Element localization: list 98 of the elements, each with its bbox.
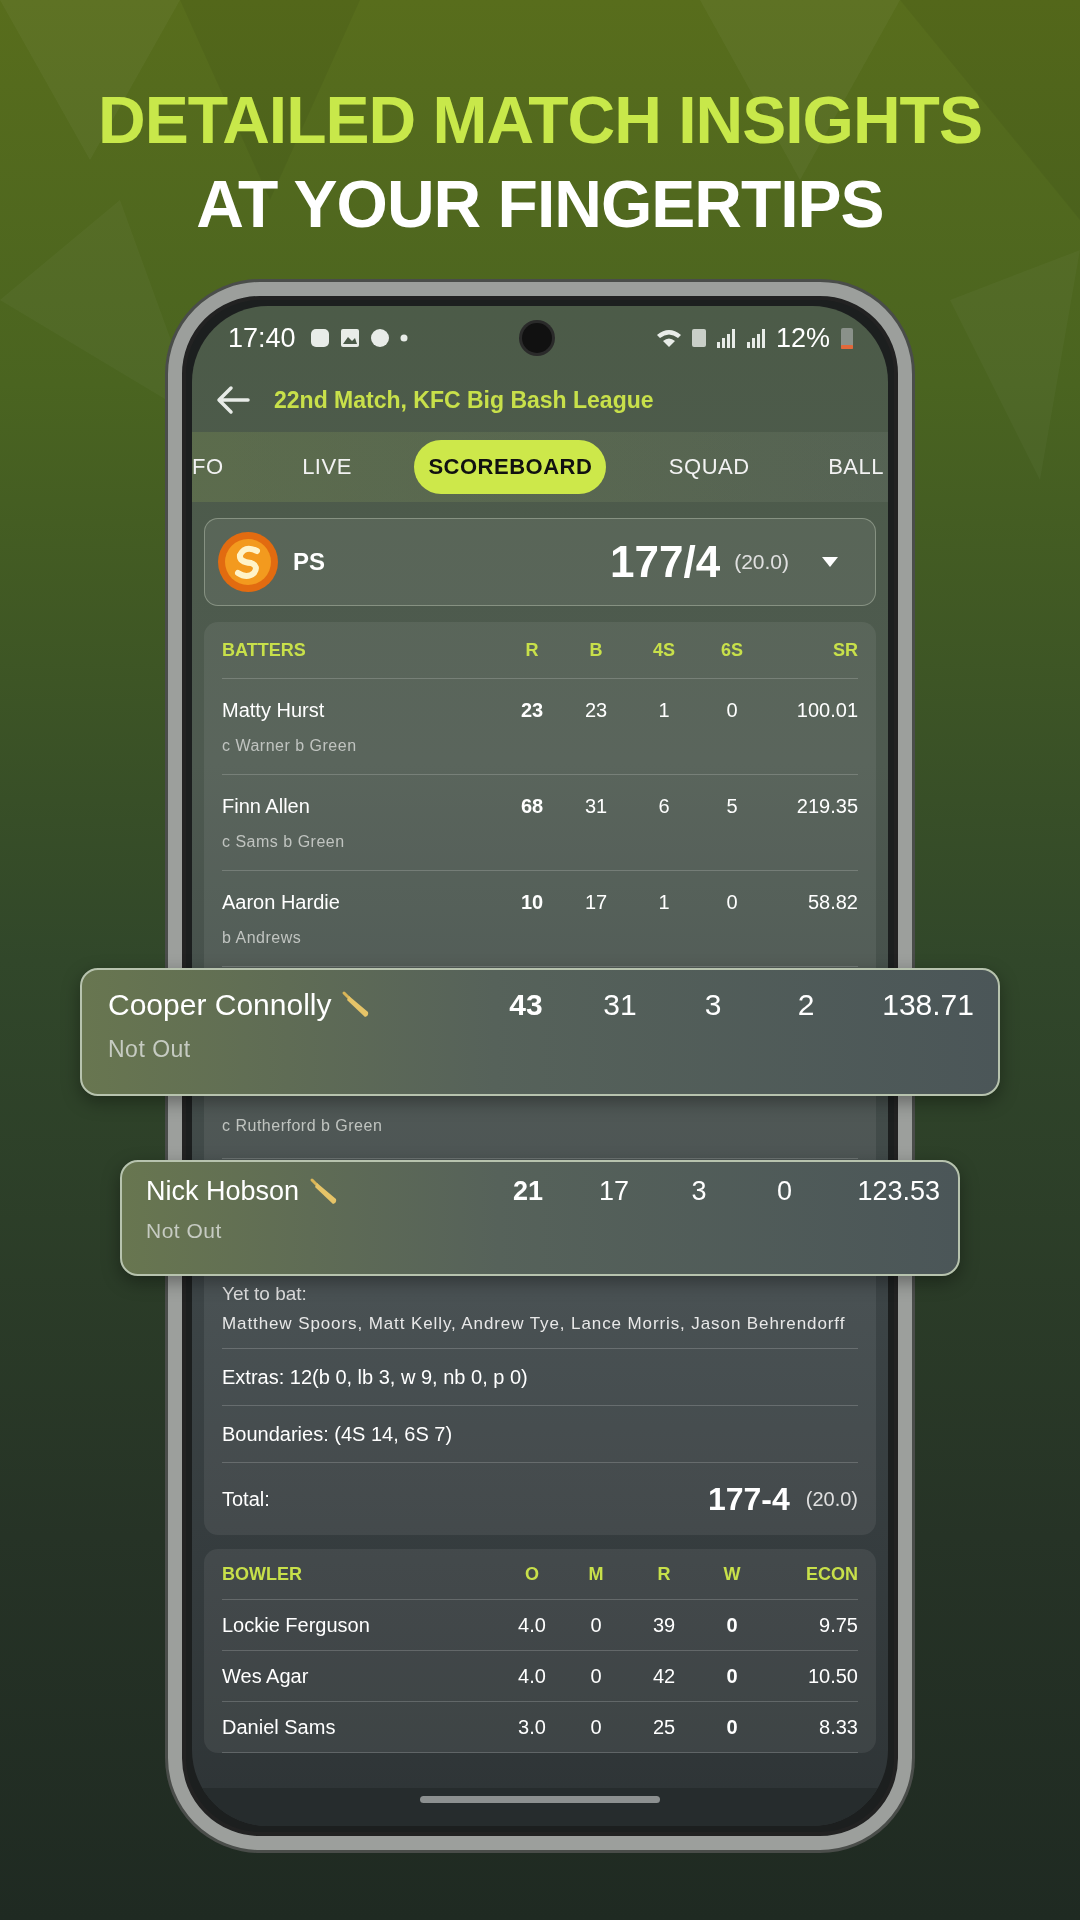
headline: DETAILED MATCH INSIGHTS [97, 82, 983, 159]
table-cell-text: 2 [796, 988, 816, 1022]
ball-icon [369, 328, 390, 348]
batter-name: Cooper Connolly [108, 988, 332, 1022]
table-cell-text: 0 [725, 1613, 739, 1637]
table-cell-text: 8.33 [818, 1715, 858, 1739]
column-header: W [722, 1563, 742, 1585]
total-overs: (20.0) [805, 1487, 858, 1511]
status-time: 17:40 [228, 322, 296, 354]
column-header: ECON [805, 1563, 858, 1585]
dot-icon [399, 334, 408, 342]
batter-name: Finn Allen [222, 794, 311, 818]
table-cell-text: 31 [583, 794, 609, 818]
dismissal-text: c Warner b Green [222, 737, 358, 755]
table-cell-text: 138.71 [881, 988, 974, 1022]
table-cell-text: 31 [602, 988, 638, 1022]
signal-icon [745, 328, 766, 348]
table-cell-text: 3 [690, 1176, 708, 1207]
team-score-card[interactable]: PS 177/4 (20.0) [204, 518, 876, 606]
column-header: R [656, 1563, 672, 1585]
tab[interactable]: SQUAD [652, 440, 766, 494]
table-cell-text: 39 [651, 1613, 677, 1637]
table-cell-text: 219.35 [795, 794, 858, 818]
table-cell-text: 0 [725, 1664, 739, 1688]
table-cell-text: 0 [725, 1715, 739, 1739]
table-cell-text: 123.53 [856, 1176, 940, 1207]
team-overs: (20.0) [734, 550, 789, 574]
batter-name: Aaron Hardie [222, 890, 341, 914]
extras-text: Extras: 12(b 0, lb 3, w 9, nb 0, p 0) [222, 1365, 528, 1389]
tab[interactable]: FO [192, 440, 240, 494]
table-cell-text: 23 [583, 698, 609, 722]
team-name: PS [293, 548, 325, 576]
table-cell-text: 23 [519, 698, 545, 722]
table-cell-text: 0 [589, 1613, 603, 1637]
batter-name: Nick Hobson [146, 1176, 300, 1207]
table-cell-text: 0 [776, 1176, 793, 1207]
battery-level: 12% [775, 322, 830, 354]
table-cell-text: 100.01 [795, 698, 858, 722]
yet-to-bat-label: Yet to bat: [222, 1283, 308, 1305]
column-header: 4S [652, 639, 676, 661]
table-cell-text: 0 [725, 698, 739, 722]
table-cell-text: 10 [519, 890, 545, 914]
batter-status: Not Out [108, 1036, 192, 1063]
total-score: 177-4 [707, 1480, 790, 1518]
column-header: M [587, 1563, 605, 1585]
tab[interactable]: BALL [812, 440, 888, 494]
column-header: SR [832, 639, 858, 661]
batter-name: Matty Hurst [222, 698, 326, 722]
table-cell-text: 4.0 [517, 1664, 547, 1688]
column-header: R [524, 639, 540, 661]
table-cell-text: 1 [657, 698, 671, 722]
bowler-name: Daniel Sams [222, 1715, 337, 1739]
dismissal-text: b Andrews [222, 929, 303, 947]
table-cell-text: 6 [657, 794, 671, 818]
dismissal-text: c Rutherford b Green [222, 1117, 384, 1135]
batter-status: Not Out [146, 1219, 223, 1243]
dismissal-text: c Sams b Green [222, 833, 346, 851]
team-logo-icon [217, 531, 279, 593]
table-cell-text: 42 [651, 1664, 677, 1688]
table-cell-text: 0 [589, 1664, 603, 1688]
table-cell-text: 25 [651, 1715, 677, 1739]
back-icon[interactable] [216, 385, 250, 415]
table-cell-text: 0 [589, 1715, 603, 1739]
column-header: B [588, 639, 604, 661]
table-cell-text: 4.0 [517, 1613, 547, 1637]
bowler-name: Wes Agar [222, 1664, 310, 1688]
table-cell-text: 21 [511, 1176, 544, 1207]
table-cell-text: 68 [519, 794, 545, 818]
signal-icon [715, 328, 736, 348]
camera-hole [522, 323, 552, 353]
subheadline: AT YOUR FINGERTIPS [195, 166, 885, 243]
tab[interactable]: LIVE [286, 440, 368, 494]
table-cell-text: 17 [583, 890, 609, 914]
column-header: O [524, 1563, 540, 1585]
boundaries-text: Boundaries: (4S 14, 6S 7) [222, 1422, 453, 1446]
column-header: BOWLER [222, 1563, 303, 1585]
table-cell-text: 10.50 [806, 1664, 858, 1688]
table-cell-text: 1 [657, 890, 671, 914]
total-label: Total: [222, 1487, 270, 1511]
column-header: 6S [720, 639, 744, 661]
team-score: 177/4 [610, 537, 721, 587]
dropdown-icon[interactable] [821, 556, 839, 568]
yet-to-bat-names: Matthew Spoors, Matt Kelly, Andrew Tye, Lance Morris, Jason Behrendorff [222, 1313, 847, 1334]
table-cell-text: 3 [703, 988, 723, 1022]
table-cell-text: 17 [597, 1176, 630, 1207]
match-title: 22nd Match, KFC Big Bash League [274, 386, 654, 414]
table-cell-text: 3.0 [517, 1715, 547, 1739]
table-cell-text: 5 [725, 794, 739, 818]
tab[interactable]: SCOREBOARD [414, 440, 607, 494]
column-header: BATTERS [222, 639, 307, 661]
image-icon [339, 328, 360, 348]
table-cell-text: 43 [508, 988, 544, 1022]
table-cell-text: 9.75 [818, 1613, 858, 1637]
wifi-icon [655, 327, 682, 349]
table-cell-text: 0 [725, 890, 739, 914]
battery-icon [840, 326, 854, 350]
bowler-name: Lockie Ferguson [222, 1613, 371, 1637]
table-cell-text: 58.82 [806, 890, 858, 914]
